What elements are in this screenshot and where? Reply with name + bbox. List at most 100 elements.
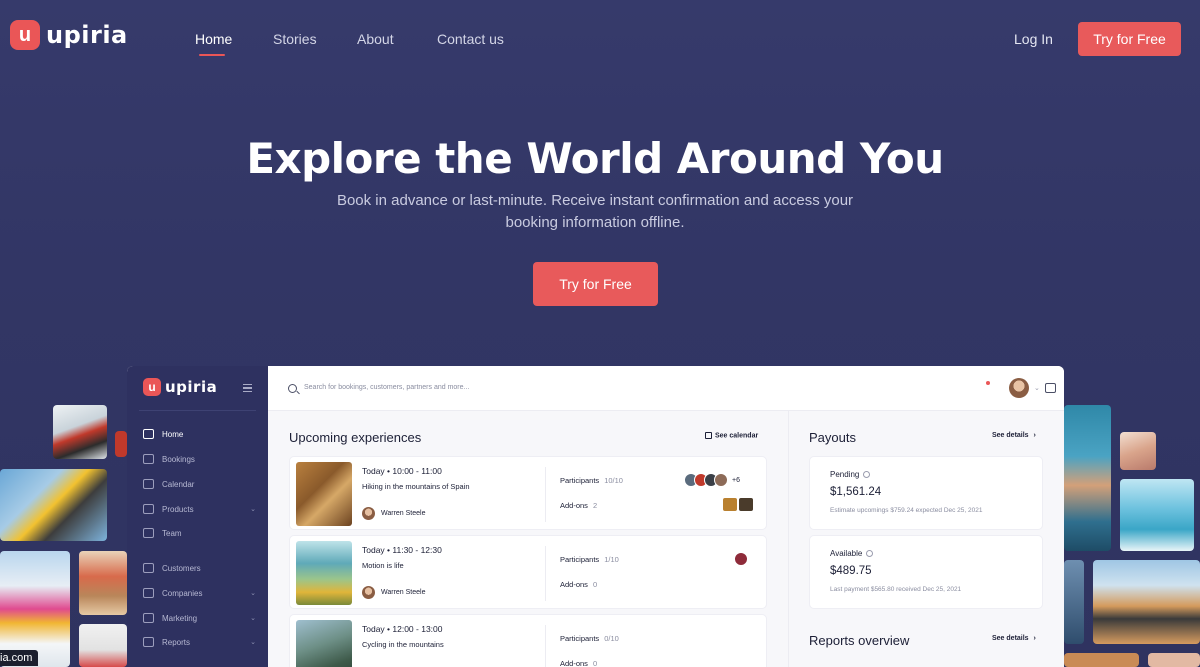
photo-snow: [79, 624, 127, 667]
sidebar-item-team[interactable]: Team: [143, 528, 256, 538]
see-calendar-link[interactable]: See calendar: [705, 432, 758, 439]
upcoming-title: Upcoming experiences: [289, 430, 422, 445]
chevron-down-icon: ⌄: [250, 639, 256, 646]
menu-icon[interactable]: [243, 384, 252, 392]
reports-see-details-link[interactable]: See details ›: [992, 635, 1036, 642]
nav-stories[interactable]: Stories: [273, 31, 317, 47]
experience-day: Today: [362, 545, 385, 555]
participants-label: Participants: [560, 476, 600, 485]
photo-cyclist: [53, 405, 107, 459]
host-avatar: [362, 507, 375, 520]
sidebar-item-home[interactable]: Home: [143, 429, 256, 439]
host-avatar: [362, 586, 375, 599]
team-icon: [143, 528, 154, 538]
experience-card[interactable]: Today • 12:00 - 13:00 Cycling in the mou…: [289, 614, 767, 667]
photo-bus-window: [1064, 405, 1111, 551]
home-icon: [143, 429, 154, 439]
app-logo-mark: u: [143, 378, 161, 396]
scan-icon[interactable]: [1045, 383, 1056, 393]
experience-card[interactable]: Today • 10:00 - 11:00 Hiking in the moun…: [289, 456, 767, 530]
sidebar-item-label: Customers: [162, 563, 201, 573]
photo-paraglider: [0, 469, 107, 541]
top-nav: u upiria Home Stories About Contact us L…: [0, 0, 1200, 78]
experience-thumbnail: [296, 462, 352, 526]
login-link[interactable]: Log In: [1014, 31, 1053, 47]
pending-amount: $1,561.24: [830, 486, 882, 498]
sidebar-item-label: Products: [162, 504, 194, 514]
payouts-panel: Payouts See details › Pending $1,561.24 …: [788, 411, 1064, 667]
experience-day: Today: [362, 624, 385, 634]
sidebar-item-bookings[interactable]: Bookings: [143, 454, 256, 464]
addons-stat: Add-ons 0: [560, 659, 597, 667]
participants-label: Participants: [560, 634, 600, 643]
marketing-icon: [143, 613, 154, 623]
companies-icon: [143, 588, 154, 598]
participants-value: 1/10: [604, 555, 619, 564]
experience-card[interactable]: Today • 11:30 - 12:30 Motion is life War…: [289, 535, 767, 609]
host-name: Warren Steele: [381, 510, 426, 517]
photo-buggy-desert: [1093, 560, 1200, 644]
available-amount: $489.75: [830, 565, 872, 577]
nav-active-indicator: [199, 54, 225, 56]
participant-avatars: +6: [684, 473, 740, 487]
experience-title: Cycling in the mountains: [362, 640, 444, 649]
sidebar-item-calendar[interactable]: Calendar: [143, 479, 256, 489]
sidebar-item-label: Marketing: [162, 613, 198, 623]
photo-portrait: [1120, 432, 1156, 470]
logo-text: upiria: [46, 21, 128, 49]
chevron-down-icon[interactable]: ⌄: [1034, 384, 1040, 392]
avatar[interactable]: [1009, 378, 1029, 398]
sidebar-item-products[interactable]: Products ⌄: [143, 504, 256, 514]
available-label-text: Available: [830, 549, 863, 558]
photo-bottom-right: [1064, 653, 1139, 667]
sidebar-item-label: Team: [162, 528, 182, 538]
addons-stat: Add-ons 2: [560, 501, 597, 510]
sidebar-item-label: Companies: [162, 588, 203, 598]
chevron-right-icon: ›: [1033, 432, 1036, 439]
sidebar-item-companies[interactable]: Companies ⌄: [143, 588, 256, 598]
addons-value: 0: [592, 580, 598, 589]
participant-avatar: [734, 552, 748, 566]
sidebar-item-customers[interactable]: Customers: [143, 563, 256, 573]
card-divider: [545, 546, 546, 601]
experience-title: Hiking in the mountains of Spain: [362, 482, 470, 491]
see-details-label: See details: [992, 635, 1029, 642]
nav-try-free-button[interactable]: Try for Free: [1078, 22, 1181, 56]
nav-about[interactable]: About: [357, 31, 394, 47]
calendar-icon: [143, 479, 154, 489]
search-input[interactable]: Search for bookings, customers, partners…: [304, 384, 469, 391]
photo-women: [79, 551, 127, 615]
app-sidebar: u upiria Home Bookings Calendar Products…: [127, 366, 268, 667]
nav-contact[interactable]: Contact us: [437, 31, 504, 47]
addons-value: 0: [592, 659, 598, 667]
app-logo[interactable]: u upiria: [143, 378, 217, 396]
info-icon[interactable]: [866, 550, 874, 558]
nav-home[interactable]: Home: [195, 31, 232, 47]
upcoming-panel: Upcoming experiences See calendar Today …: [268, 411, 788, 667]
experience-thumbnail: [296, 620, 352, 667]
info-icon[interactable]: [863, 471, 871, 479]
addon-thumbnail: [739, 498, 753, 511]
addon-thumbnail: [723, 498, 737, 511]
participants-value: 10/10: [604, 476, 623, 485]
experience-time: Today • 12:00 - 13:00: [362, 624, 443, 634]
sidebar-item-label: Bookings: [162, 454, 195, 464]
participants-label: Participants: [560, 555, 600, 564]
participant-avatar: [714, 473, 728, 487]
sidebar-item-marketing[interactable]: Marketing ⌄: [143, 613, 256, 623]
payouts-see-details-link[interactable]: See details ›: [992, 432, 1036, 439]
photo-bottom-right-2: [1148, 653, 1200, 667]
sidebar-item-reports[interactable]: Reports ⌄: [143, 637, 256, 647]
logo[interactable]: u upiria: [10, 20, 128, 50]
reports-icon: [143, 637, 154, 647]
experience-hours: 10:00 - 11:00: [392, 466, 442, 476]
participants-stat: Participants 0/10: [560, 634, 619, 643]
hero-try-free-button[interactable]: Try for Free: [533, 262, 658, 306]
pending-payout-card: Pending $1,561.24 Estimate upcomings $75…: [809, 456, 1043, 530]
experience-day: Today: [362, 466, 385, 476]
participants-stat: Participants 10/10: [560, 476, 623, 485]
chevron-down-icon: ⌄: [250, 615, 256, 622]
pending-label-text: Pending: [830, 470, 860, 479]
reports-overview-title: Reports overview: [809, 633, 910, 648]
hero-subtitle: Book in advance or last-minute. Receive …: [336, 192, 854, 231]
